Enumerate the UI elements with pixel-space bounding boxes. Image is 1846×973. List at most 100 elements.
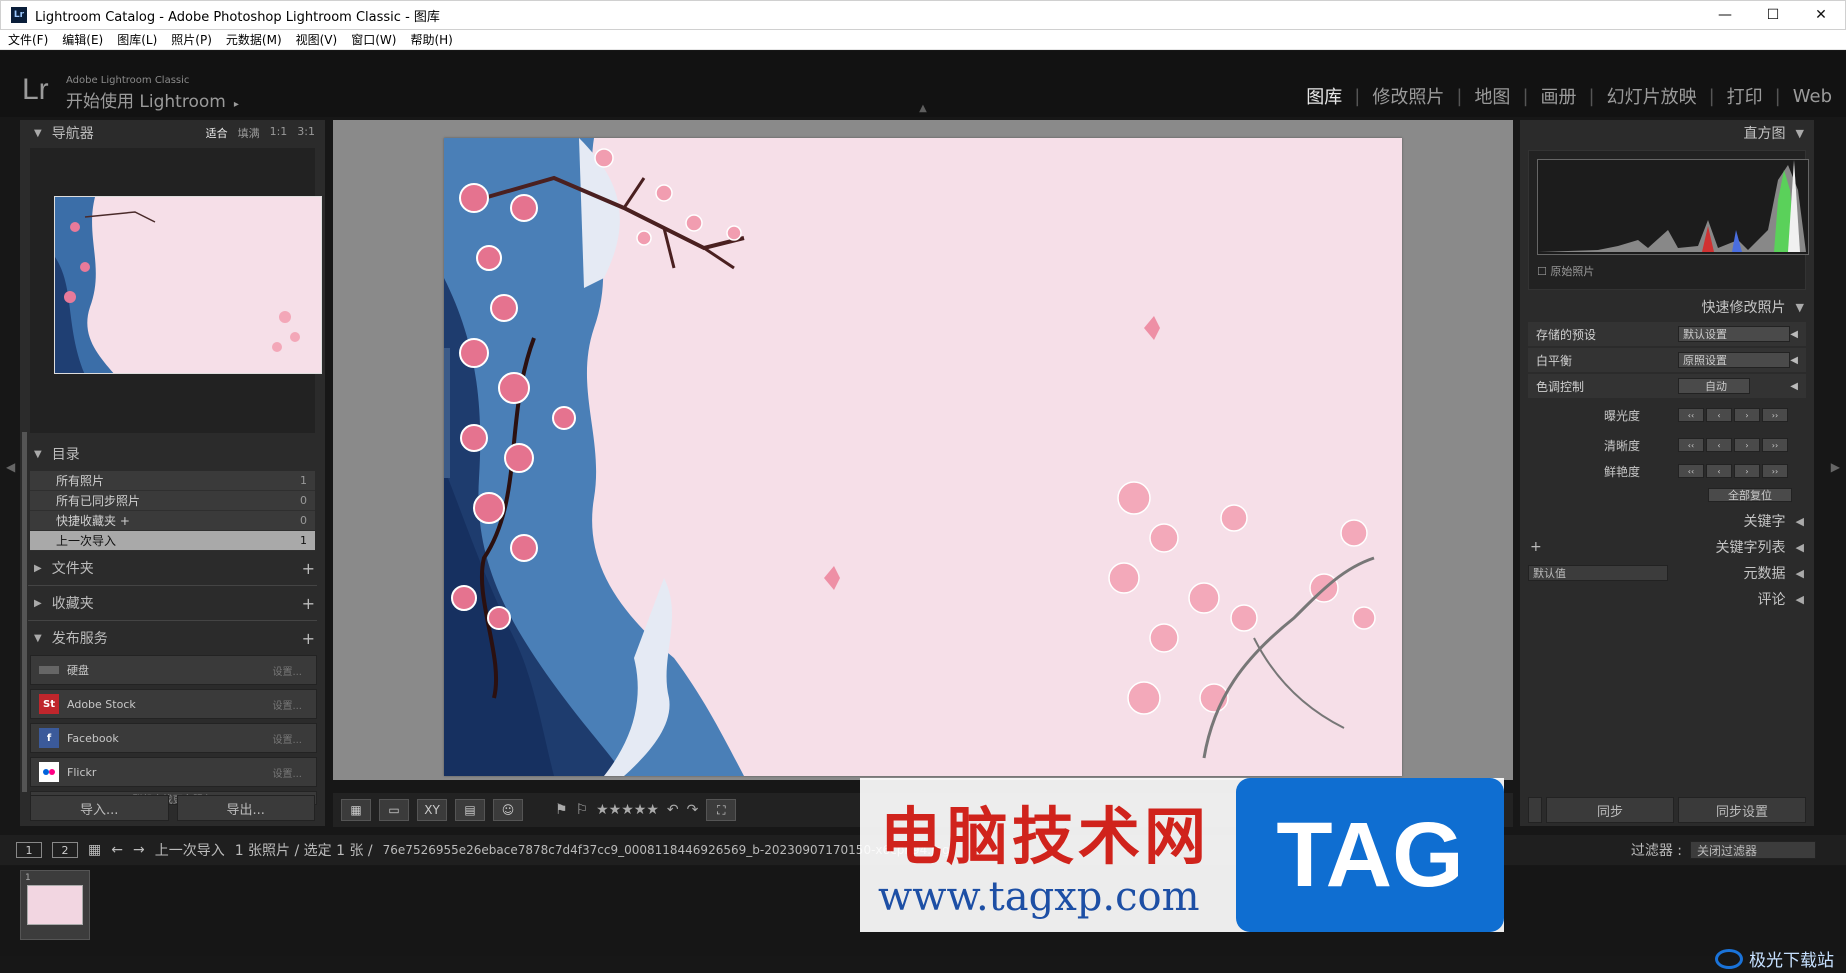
publish-settings-link[interactable]: 设置... [272,663,302,678]
catalog-header[interactable]: ▼ 目录 [20,441,325,467]
flag-pick-icon[interactable]: ⚑ [555,802,568,818]
collapse-top-icon[interactable]: ▲ [916,103,930,114]
grid-icon[interactable]: ▦ [88,842,101,858]
menu-view[interactable]: 视图(V) [296,31,338,48]
publish-facebook[interactable]: f Facebook 设置... [30,723,317,753]
filmstrip-thumbnail[interactable]: 1 [20,870,90,940]
metadata-preset-select[interactable]: 默认值 [1528,565,1668,581]
decrease-small-button[interactable]: ‹ [1706,408,1732,422]
decrease-small-button[interactable]: ‹ [1706,464,1732,478]
left-panel-scrollbar[interactable] [22,432,27,792]
minimize-button[interactable]: — [1701,0,1749,30]
loupe-view-icon[interactable]: ▭ [379,799,409,821]
menu-metadata[interactable]: 元数据(M) [226,31,282,48]
catalog-row-previous-import[interactable]: 上一次导入 1 [30,531,315,551]
publish-hard-drive[interactable]: 硬盘 设置... [30,655,317,685]
menu-help[interactable]: 帮助(H) [410,31,452,48]
original-photo-checkbox[interactable]: ☐ 原始照片 [1537,263,1594,279]
rotate-left-icon[interactable]: ↶ [667,802,679,818]
zoom-1-1[interactable]: 1:1 [270,125,288,141]
crop-icon[interactable]: ⛶ [706,799,737,821]
add-folder-icon[interactable]: + [302,559,315,578]
menu-photo[interactable]: 照片(P) [171,31,212,48]
navigator-thumbnail[interactable] [54,196,322,374]
publish-header[interactable]: ▼ 发布服务 + [20,625,325,651]
module-map[interactable]: 地图 [1474,83,1510,109]
collapse-triangle-icon[interactable]: ◀ [1790,329,1798,340]
increase-small-button[interactable]: › [1734,408,1760,422]
menu-library[interactable]: 图库(L) [117,31,157,48]
add-collection-icon[interactable]: + [302,594,315,613]
flag-reject-icon[interactable]: ⚐ [576,802,589,818]
reset-all-button[interactable]: 全部复位 [1708,488,1792,502]
keyword-list-header[interactable]: + 关键字列表 ◀ [1520,534,1814,560]
module-develop[interactable]: 修改照片 [1372,83,1444,109]
increase-large-button[interactable]: ›› [1762,464,1788,478]
decrease-large-button[interactable]: ‹‹ [1678,438,1704,452]
loupe-view[interactable] [333,120,1513,780]
add-publish-icon[interactable]: + [302,629,315,648]
people-view-icon[interactable]: ☺ [493,799,523,821]
menu-file[interactable]: 文件(F) [8,31,48,48]
publish-flickr[interactable]: Flickr 设置... [30,757,317,787]
white-balance-select[interactable]: 原照设置 [1678,352,1790,368]
catalog-row-synced[interactable]: 所有已同步照片 0 [30,491,315,511]
sync-settings-button[interactable]: 同步设置 [1678,797,1806,823]
folders-header[interactable]: ▶ 文件夹 + [20,555,325,581]
auto-tone-button[interactable]: 自动 [1678,378,1750,394]
increase-small-button[interactable]: › [1734,438,1760,452]
publish-settings-link[interactable]: 设置... [272,731,302,746]
window-2-button[interactable]: 2 [52,842,78,858]
comments-header[interactable]: 评论 ◀ [1520,586,1814,612]
module-book[interactable]: 画册 [1541,83,1577,109]
close-button[interactable]: ✕ [1797,0,1845,30]
module-web[interactable]: Web [1793,86,1832,107]
main-photo[interactable] [444,138,1402,776]
publish-settings-link[interactable]: 设置... [272,697,302,712]
filmstrip-source[interactable]: 上一次导入 [155,840,225,860]
window-1-button[interactable]: 1 [16,842,42,858]
menu-edit[interactable]: 编辑(E) [62,31,103,48]
identity-title[interactable]: 开始使用 Lightroom ▸ [66,87,239,112]
publish-settings-link[interactable]: 设置... [272,765,302,780]
histogram-header[interactable]: 直方图 ▼ [1520,120,1814,146]
decrease-large-button[interactable]: ‹‹ [1678,408,1704,422]
rating-stars[interactable]: ★★★★★ [596,802,659,818]
compare-view-icon[interactable]: XY [417,799,447,821]
module-slideshow[interactable]: 幻灯片放映 [1607,83,1697,109]
publish-adobe-stock[interactable]: St Adobe Stock 设置... [30,689,317,719]
metadata-header[interactable]: 默认值 元数据 ◀ [1520,560,1814,586]
back-arrow-icon[interactable]: ← [111,842,123,858]
zoom-fit[interactable]: 适合 [206,125,228,141]
increase-large-button[interactable]: ›› [1762,438,1788,452]
quick-develop-header[interactable]: 快速修改照片 ▼ [1520,294,1814,320]
menu-window[interactable]: 窗口(W) [351,31,396,48]
collections-header[interactable]: ▶ 收藏夹 + [20,590,325,616]
rotate-right-icon[interactable]: ↷ [687,802,699,818]
add-keyword-icon[interactable]: + [1530,539,1542,555]
forward-arrow-icon[interactable]: → [133,842,145,858]
import-button[interactable]: 导入... [30,795,169,821]
navigator-preview[interactable] [30,148,322,433]
decrease-small-button[interactable]: ‹ [1706,438,1732,452]
collapse-left-icon[interactable]: ◀ [6,460,15,474]
collapse-triangle-icon[interactable]: ◀ [1790,355,1798,366]
decrease-large-button[interactable]: ‹‹ [1678,464,1704,478]
zoom-3-1[interactable]: 3:1 [297,125,315,141]
zoom-fill[interactable]: 填满 [238,125,260,141]
sync-toggle[interactable] [1528,797,1542,823]
navigator-header[interactable]: ▼ 导航器 适合 填满 1:1 3:1 [20,120,325,146]
keywording-header[interactable]: 关键字 ◀ [1520,508,1814,534]
sync-button[interactable]: 同步 [1546,797,1674,823]
module-library[interactable]: 图库 [1306,83,1342,109]
increase-small-button[interactable]: › [1734,464,1760,478]
export-button[interactable]: 导出... [176,795,315,821]
maximize-button[interactable]: ☐ [1749,0,1797,30]
catalog-row-all-photos[interactable]: 所有照片 1 [30,471,315,491]
collapse-triangle-icon[interactable]: ◀ [1790,381,1798,392]
increase-large-button[interactable]: ›› [1762,408,1788,422]
filter-select[interactable]: 关闭过滤器 [1690,841,1816,859]
module-print[interactable]: 打印 [1727,83,1763,109]
collapse-right-icon[interactable]: ▶ [1831,460,1840,474]
catalog-row-quick-collection[interactable]: 快捷收藏夹 + 0 [30,511,315,531]
